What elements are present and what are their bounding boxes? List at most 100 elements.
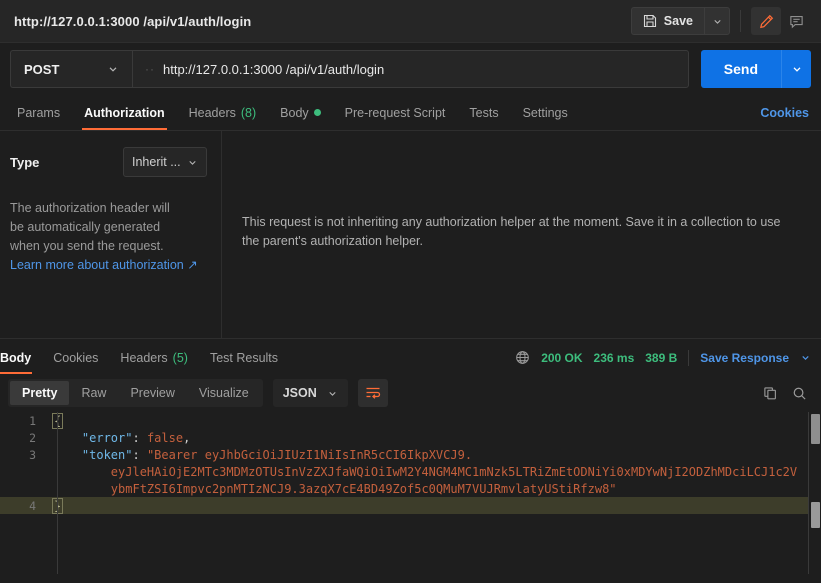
window-topbar: http://127.0.0.1:3000 /api/v1/auth/login… xyxy=(0,0,821,43)
code-token: : xyxy=(132,447,147,462)
tab-pre-request-script-label: Pre-request Script xyxy=(344,105,446,120)
cookies-link[interactable]: Cookies xyxy=(748,95,821,130)
code-line-text: ybmFtZSI6Impvc2pnMTIzNCJ9.3azqX7cE4BD49Z… xyxy=(48,482,617,496)
code-token: : xyxy=(132,430,147,445)
url-input[interactable]: ·· http://127.0.0.1:3000 /api/v1/auth/lo… xyxy=(132,50,689,88)
request-tab-title: http://127.0.0.1:3000 /api/v1/auth/login xyxy=(14,13,252,29)
code-line: 2 "error": false, xyxy=(0,429,821,446)
comment-icon xyxy=(789,14,804,29)
auth-type-label: Type xyxy=(10,154,40,170)
tab-params-label: Params xyxy=(17,105,61,120)
response-tab-cookies-label: Cookies xyxy=(53,350,99,365)
view-mode-raw[interactable]: Raw xyxy=(69,381,118,405)
response-body-viewer[interactable]: 1{2 "error": false,3 "token": "Bearer ey… xyxy=(0,412,821,574)
tab-pre-request-script[interactable]: Pre-request Script xyxy=(333,95,458,130)
save-button-label: Save xyxy=(663,14,693,28)
auth-description: The authorization header will be automat… xyxy=(10,201,170,253)
response-tabs: Body Cookies Headers (5) Test Results 20… xyxy=(0,341,821,374)
tab-tests-label: Tests xyxy=(469,105,499,120)
response-view-mode-group: Pretty Raw Preview Visualize xyxy=(8,379,263,407)
tab-body-label: Body xyxy=(280,105,309,120)
response-format-toolbar: Pretty Raw Preview Visualize JSON xyxy=(0,374,821,412)
tab-authorization[interactable]: Authorization xyxy=(72,95,177,130)
save-response-button[interactable]: Save Response xyxy=(700,351,789,365)
search-icon[interactable] xyxy=(792,386,807,401)
save-button[interactable]: Save xyxy=(630,7,704,35)
chevron-down-icon xyxy=(327,388,338,399)
code-token: , xyxy=(183,430,191,445)
copy-icon[interactable] xyxy=(763,386,778,401)
response-tab-body[interactable]: Body xyxy=(0,341,42,374)
code-line: ybmFtZSI6Impvc2pnMTIzNCJ9.3azqX7cE4BD49Z… xyxy=(0,480,821,497)
toolbar-divider xyxy=(740,10,741,32)
floppy-disk-icon xyxy=(643,14,657,28)
url-bar: POST ·· http://127.0.0.1:3000 /api/v1/au… xyxy=(0,43,821,95)
http-method-value: POST xyxy=(24,61,60,77)
response-format-select[interactable]: JSON xyxy=(272,379,348,407)
tab-headers[interactable]: Headers (8) xyxy=(177,95,269,130)
line-number: 3 xyxy=(29,447,36,462)
chevron-down-icon[interactable] xyxy=(800,352,811,363)
tab-headers-label: Headers xyxy=(188,105,236,120)
code-line-text: } xyxy=(48,497,64,514)
response-size: 389 B xyxy=(645,350,678,365)
globe-icon[interactable] xyxy=(515,350,530,365)
code-token: eyJleHAiOjE2MTc3MDMzOTUsInVzZXJfaWQiOiIw… xyxy=(53,464,798,479)
learn-more-label: Learn more about authorization xyxy=(10,258,184,272)
chevron-down-icon xyxy=(712,16,723,27)
chevron-down-icon xyxy=(107,63,119,75)
authorization-panel: Type Inherit ... The authorization heade… xyxy=(0,131,821,338)
tab-headers-count: (8) xyxy=(240,105,257,120)
code-line: eyJleHAiOjE2MTc3MDMzOTUsInVzZXJfaWQiOiIw… xyxy=(0,463,821,480)
code-token: ybmFtZSI6Impvc2pnMTIzNCJ9.3azqX7cE4BD49Z… xyxy=(53,481,617,496)
tab-params[interactable]: Params xyxy=(5,95,72,130)
code-line-text: { xyxy=(48,412,64,429)
chevron-down-icon xyxy=(791,63,803,75)
code-line: 3 "token": "Bearer eyJhbGciOiJIUzI1NiIsI… xyxy=(0,446,821,463)
request-tabs: Params Authorization Headers (8) Body Pr… xyxy=(0,95,821,131)
view-mode-visualize[interactable]: Visualize xyxy=(187,381,261,405)
http-method-select[interactable]: POST xyxy=(10,50,132,88)
learn-more-link[interactable]: Learn more about authorization ↗ xyxy=(10,257,198,272)
edit-request-button[interactable] xyxy=(751,7,781,35)
auth-inherit-note: This request is not inheriting any autho… xyxy=(242,215,781,248)
response-tab-cookies[interactable]: Cookies xyxy=(42,341,109,374)
save-dropdown-button[interactable] xyxy=(704,7,730,35)
topbar-actions: Save xyxy=(630,7,811,35)
auth-type-row: Type Inherit ... xyxy=(10,147,207,177)
line-number: 4 xyxy=(29,498,36,513)
chevron-down-icon xyxy=(187,157,198,168)
tab-body[interactable]: Body xyxy=(268,95,333,130)
auth-type-select[interactable]: Inherit ... xyxy=(123,147,207,177)
response-time: 236 ms xyxy=(593,350,635,365)
response-tab-headers-count: (5) xyxy=(172,350,188,365)
word-wrap-toggle-button[interactable] xyxy=(357,379,388,407)
send-dropdown-button[interactable] xyxy=(781,50,811,88)
line-number: 1 xyxy=(29,413,36,428)
response-body-lines: 1{2 "error": false,3 "token": "Bearer ey… xyxy=(0,412,821,514)
tab-settings[interactable]: Settings xyxy=(511,95,580,130)
response-format-value: JSON xyxy=(282,386,317,400)
response-tab-headers-label: Headers xyxy=(120,350,168,365)
line-number: 2 xyxy=(29,430,36,445)
code-token: "Bearer eyJhbGciOiJIUzI1NiIsInR5cCI6IkpX… xyxy=(146,447,473,462)
response-tab-headers[interactable]: Headers (5) xyxy=(109,341,199,374)
view-mode-pretty[interactable]: Pretty xyxy=(10,381,70,405)
comment-button[interactable] xyxy=(781,7,811,35)
response-scrollbar-thumb-secondary[interactable] xyxy=(811,502,820,528)
response-scrollbar-thumb[interactable] xyxy=(811,414,820,444)
code-token: false xyxy=(146,430,184,445)
response-tab-test-results-label: Test Results xyxy=(209,350,279,365)
body-present-dot-icon xyxy=(313,109,321,116)
code-token: "token" xyxy=(81,447,133,462)
response-tab-test-results[interactable]: Test Results xyxy=(199,341,289,374)
view-mode-preview[interactable]: Preview xyxy=(118,381,186,405)
authorization-left-column: Type Inherit ... The authorization heade… xyxy=(0,131,222,338)
response-scrollbar-track[interactable] xyxy=(809,412,821,574)
code-line-text: "error": false, xyxy=(48,431,190,445)
send-button[interactable]: Send xyxy=(700,50,781,88)
code-line-text: eyJleHAiOjE2MTc3MDMzOTUsInVzZXJfaWQiOiIw… xyxy=(48,465,797,479)
viewer-edge-line xyxy=(808,412,809,574)
tab-tests[interactable]: Tests xyxy=(457,95,510,130)
gutter-divider xyxy=(57,412,58,574)
